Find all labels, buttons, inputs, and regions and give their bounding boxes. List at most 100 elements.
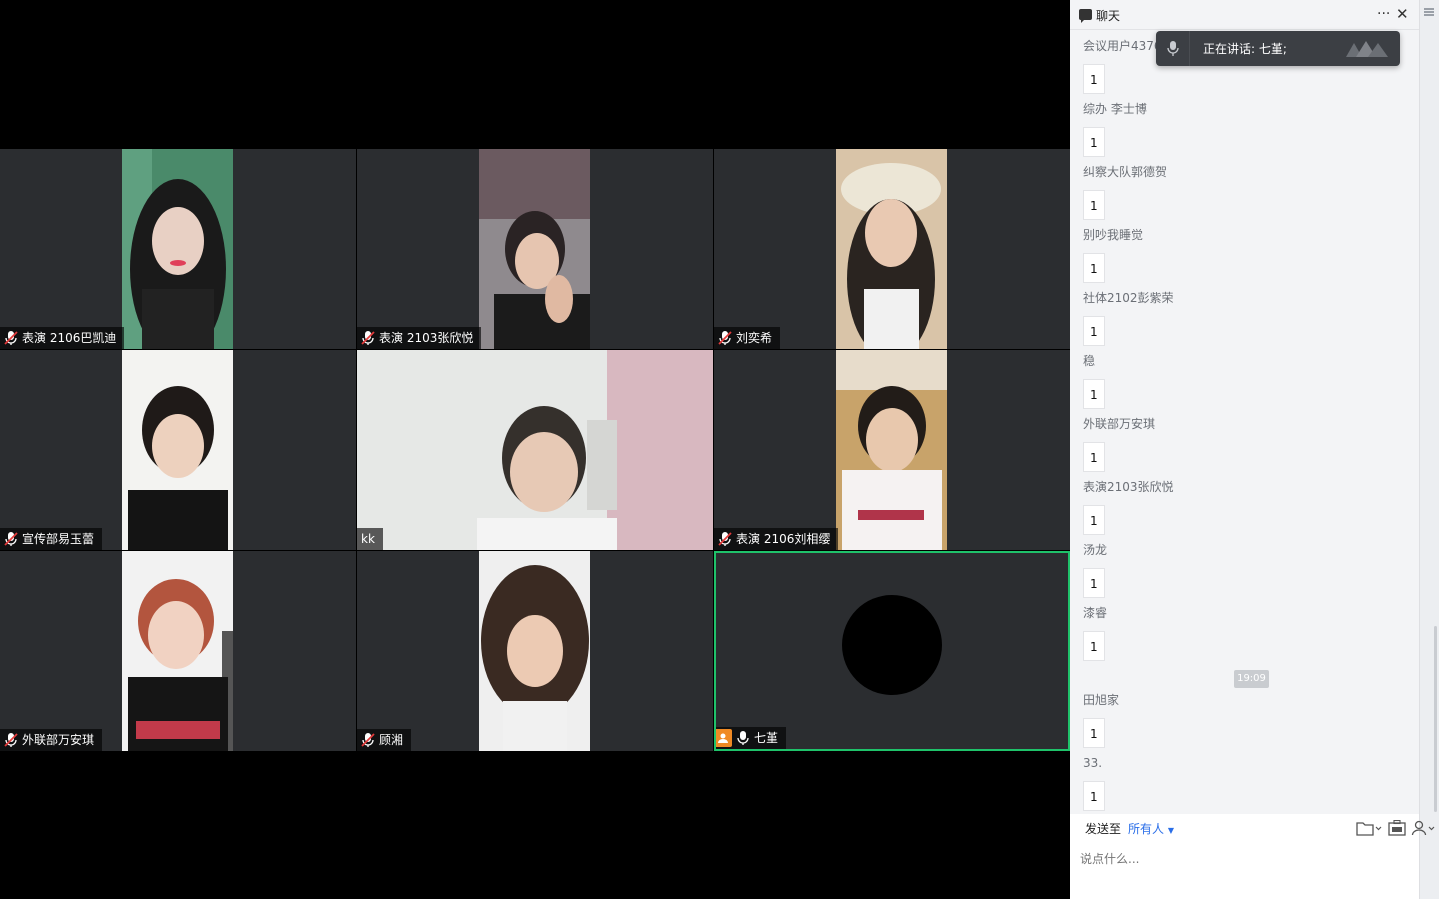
message-sender: 表演2103张欣悦: [1083, 480, 1174, 494]
chat-message: 纠察大队郭德贺 1: [1083, 163, 1167, 220]
participant-tile[interactable]: 刘奕希: [714, 149, 1070, 349]
participant-tile[interactable]: 表演 2103张欣悦: [357, 149, 713, 349]
chat-message: 外联部万安琪 1: [1083, 415, 1155, 472]
audio-wave-icon: [1346, 41, 1388, 57]
participant-tile[interactable]: 宣传部易玉蕾: [0, 350, 356, 550]
screenshot-icon[interactable]: [1388, 820, 1406, 836]
mic-muted-icon: [4, 733, 18, 747]
video-grid-area: 表演 2106巴凯迪 表演 2103张欣悦 刘奕希 宣传部易玉蕾 kk 表演 2…: [0, 0, 1070, 899]
message-bubble: 1: [1083, 718, 1105, 748]
participant-name: 宣传部易玉蕾: [22, 532, 95, 546]
participant-name: 表演 2106刘相缨: [736, 532, 831, 546]
message-bubble: 1: [1083, 127, 1105, 157]
avatar: [842, 595, 942, 695]
participant-tile[interactable]: 外联部万安琪: [0, 551, 356, 751]
participant-name: 七堇: [754, 731, 779, 745]
scrollbar[interactable]: [1434, 626, 1437, 812]
participant-name: kk: [361, 532, 375, 546]
message-sender: 会议用户4376: [1083, 39, 1162, 53]
participant-name: 刘奕希: [736, 331, 773, 345]
mic-icon: [737, 731, 749, 745]
chat-message: 田旭家 1: [1083, 691, 1119, 748]
chat-message: 综办 李士博 1: [1083, 100, 1147, 157]
message-bubble: 1: [1083, 568, 1105, 598]
chat-message: 别吵我睡觉 1: [1083, 226, 1143, 283]
folder-icon[interactable]: [1356, 820, 1382, 836]
participant-name-bar: 宣传部易玉蕾: [0, 528, 103, 550]
chat-message: 漆睿 1: [1083, 604, 1107, 661]
message-bubble: 1: [1083, 631, 1105, 661]
mic-muted-icon: [718, 532, 732, 546]
chat-panel: 聊天 ··· ✕ 会议用户4376 1 综办 李士博 1 纠察大队郭德贺 1 别…: [1070, 0, 1439, 899]
message-sender: 社体2102彭紫荣: [1083, 291, 1174, 305]
participant-name-bar: 外联部万安琪: [0, 729, 103, 751]
host-icon: [716, 729, 732, 747]
message-sender: 纠察大队郭德贺: [1083, 165, 1168, 179]
participant-tile[interactable]: kk: [357, 350, 713, 550]
participant-name: 外联部万安琪: [22, 733, 95, 747]
mic-muted-icon: [361, 331, 375, 345]
chat-bubble-icon: [1079, 9, 1092, 23]
chat-message-input[interactable]: [1080, 850, 1410, 868]
chat-message: 稳 1: [1083, 352, 1105, 409]
participant-name-bar: 顾湘: [357, 729, 412, 751]
participant-tile[interactable]: 顾湘: [357, 551, 713, 751]
speaking-text: 正在讲话: 七堇;: [1203, 42, 1287, 56]
message-sender: 漆睿: [1083, 606, 1108, 620]
participant-name-bar: 表演 2106巴凯迪: [0, 327, 125, 349]
chat-header: 聊天 ··· ✕: [1070, 0, 1439, 30]
message-sender: 田旭家: [1083, 693, 1120, 707]
side-strip: [1419, 0, 1439, 899]
toast-mic-area: [1156, 31, 1190, 66]
message-sender: 汤龙: [1083, 543, 1108, 557]
speaking-indicator-toast: 正在讲话: 七堇;: [1156, 31, 1400, 66]
participant-video: [122, 149, 233, 349]
participant-name-bar: 表演 2106刘相缨: [714, 528, 839, 550]
participant-name: 顾湘: [379, 733, 404, 747]
participant-video: [836, 149, 947, 349]
participant-name: 表演 2103张欣悦: [379, 331, 474, 345]
message-bubble: 1: [1083, 781, 1105, 811]
participant-video: [836, 350, 947, 550]
mic-muted-icon: [361, 733, 375, 747]
mic-muted-icon: [4, 331, 18, 345]
chat-message-list[interactable]: 会议用户4376 1 综办 李士博 1 纠察大队郭德贺 1 别吵我睡觉 1 社体…: [1070, 30, 1419, 814]
participant-tile[interactable]: 表演 2106刘相缨: [714, 350, 1070, 550]
message-sender: 别吵我睡觉: [1083, 228, 1144, 242]
mic-icon: [1167, 41, 1179, 56]
menu-icon[interactable]: [1424, 8, 1434, 16]
message-bubble: 1: [1083, 253, 1105, 283]
chat-title: 聊天: [1096, 9, 1121, 23]
participant-video: [357, 350, 713, 550]
user-icon[interactable]: [1411, 820, 1437, 836]
participant-name-bar: 刘奕希: [714, 327, 781, 349]
time-divider: 19:09: [1234, 670, 1269, 688]
send-to-label: 发送至: [1085, 822, 1122, 836]
message-bubble: 1: [1083, 442, 1105, 472]
caret-down-icon: ▼: [1167, 826, 1174, 835]
participant-name: 表演 2106巴凯迪: [22, 331, 117, 345]
participant-video: [479, 149, 590, 349]
message-sender: 稳: [1083, 354, 1096, 368]
participant-video: [122, 350, 233, 550]
chat-composer: 发送至 所有人 ▼: [1070, 814, 1435, 899]
participant-grid: 表演 2106巴凯迪 表演 2103张欣悦 刘奕希 宣传部易玉蕾 kk 表演 2…: [0, 149, 1070, 751]
participant-name-bar: kk: [357, 528, 383, 550]
chat-message: 社体2102彭紫荣 1: [1083, 289, 1174, 346]
participant-tile-active-speaker[interactable]: 七堇: [714, 551, 1070, 751]
participant-video: [479, 551, 590, 751]
chat-message: 表演2103张欣悦 1: [1083, 478, 1174, 535]
message-sender: 33.: [1083, 756, 1103, 770]
recipient-value: 所有人: [1128, 822, 1165, 836]
more-options-button[interactable]: ···: [1377, 6, 1390, 22]
recipient-dropdown[interactable]: 所有人 ▼: [1128, 820, 1174, 837]
message-sender: 综办 李士博: [1083, 102, 1147, 116]
message-bubble: 1: [1083, 64, 1105, 94]
participant-video: [122, 551, 233, 751]
participant-name-bar: 表演 2103张欣悦: [357, 327, 482, 349]
participant-tile[interactable]: 表演 2106巴凯迪: [0, 149, 356, 349]
close-chat-button[interactable]: ✕: [1396, 5, 1409, 23]
chat-message: 汤龙 1: [1083, 541, 1107, 598]
mic-muted-icon: [718, 331, 732, 345]
mic-muted-icon: [4, 532, 18, 546]
